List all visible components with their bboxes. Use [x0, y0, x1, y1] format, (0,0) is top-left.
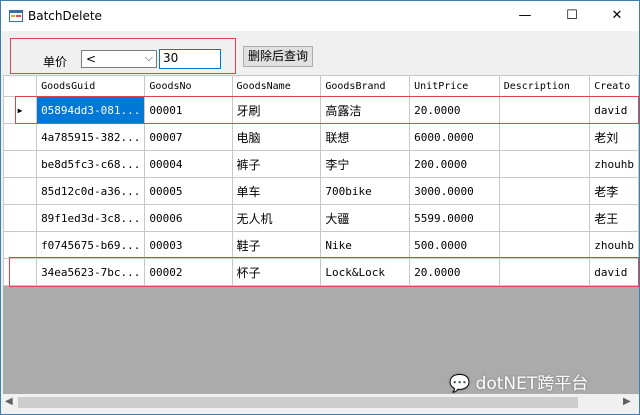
table-cell[interactable]: zhouhb	[589, 150, 639, 178]
table-cell[interactable]: 700bike	[320, 177, 411, 205]
table-cell[interactable]	[498, 204, 591, 232]
table-cell[interactable]: 00004	[144, 150, 233, 178]
row-highlight-box-bottom	[9, 257, 639, 287]
table-cell[interactable]: 4a785915-382...	[36, 123, 146, 151]
table-cell[interactable]: 无人机	[231, 204, 322, 232]
table-row[interactable]: be8d5fc3-c68... 00004 裤子 李宁 200.0000 zho…	[3, 150, 639, 178]
maximize-button[interactable]: ☐	[549, 1, 595, 31]
wechat-icon: 💬	[449, 374, 471, 394]
table-cell[interactable]: 500.0000	[409, 231, 500, 259]
close-button[interactable]: ✕	[594, 1, 639, 31]
row-header[interactable]	[3, 123, 38, 151]
scrollbar-thumb[interactable]	[18, 397, 578, 408]
column-header[interactable]: Creato	[589, 75, 639, 97]
row-header[interactable]	[3, 231, 38, 259]
column-header[interactable]: GoodsGuid	[36, 75, 146, 97]
table-cell[interactable]: zhouhb	[589, 231, 639, 259]
column-header[interactable]: GoodsBrand	[320, 75, 411, 97]
table-cell[interactable]: 89f1ed3d-3c8...	[36, 204, 146, 232]
row-header[interactable]	[3, 177, 38, 205]
batch-delete-window: BatchDelete — ☐ ✕ 单价 < ⌵ 30 删除后查询 GoodsG…	[0, 0, 640, 415]
table-cell[interactable]	[498, 150, 591, 178]
watermark: 💬 dotNET跨平台	[449, 369, 588, 394]
table-cell[interactable]: 200.0000	[409, 150, 500, 178]
table-cell[interactable]: 00005	[144, 177, 233, 205]
table-cell[interactable]	[498, 177, 591, 205]
table-cell[interactable]: 6000.0000	[409, 123, 500, 151]
table-cell[interactable]: 老王	[589, 204, 639, 232]
table-cell[interactable]: 5599.0000	[409, 204, 500, 232]
table-row[interactable]: 85d12c0d-a36... 00005 单车 700bike 3000.00…	[3, 177, 639, 205]
row-header[interactable]	[3, 150, 38, 178]
table-cell[interactable]: 电脑	[231, 123, 322, 151]
table-cell[interactable]: Nike	[320, 231, 411, 259]
watermark-text: dotNET跨平台	[475, 374, 589, 394]
table-cell[interactable]: 00006	[144, 204, 233, 232]
row-highlight-box-top	[15, 96, 639, 124]
table-cell[interactable]: 00003	[144, 231, 233, 259]
window-title: BatchDelete	[28, 9, 102, 23]
operator-combobox[interactable]: < ⌵	[81, 50, 157, 68]
operator-value: <	[86, 52, 97, 66]
column-header[interactable]: GoodsNo	[144, 75, 233, 97]
row-header-corner[interactable]	[3, 75, 38, 97]
delete-and-query-button[interactable]: 删除后查询	[243, 46, 313, 67]
scroll-left-icon[interactable]: ◀	[5, 396, 13, 407]
column-header[interactable]: UnitPrice	[409, 75, 500, 97]
table-cell[interactable]: 裤子	[231, 150, 322, 178]
column-header[interactable]: GoodsName	[231, 75, 322, 97]
table-cell[interactable]: 单车	[231, 177, 322, 205]
table-cell[interactable]: 老刘	[589, 123, 639, 151]
table-cell[interactable]: 00007	[144, 123, 233, 151]
table-cell[interactable]: be8d5fc3-c68...	[36, 150, 146, 178]
table-row[interactable]: 89f1ed3d-3c8... 00006 无人机 大疆 5599.0000 老…	[3, 204, 639, 232]
table-row[interactable]: f0745675-b69... 00003 鞋子 Nike 500.0000 z…	[3, 231, 639, 259]
header-row: GoodsGuid GoodsNo GoodsName GoodsBrand U…	[3, 75, 639, 97]
row-header[interactable]	[3, 204, 38, 232]
table-cell[interactable]: 3000.0000	[409, 177, 500, 205]
table-cell[interactable]: 李宁	[320, 150, 411, 178]
app-icon	[9, 10, 23, 22]
table-cell[interactable]: 老李	[589, 177, 639, 205]
column-header[interactable]: Description	[498, 75, 591, 97]
table-cell[interactable]: 大疆	[320, 204, 411, 232]
title-bar[interactable]: BatchDelete — ☐ ✕	[1, 1, 639, 31]
table-cell[interactable]	[498, 123, 591, 151]
table-cell[interactable]: 联想	[320, 123, 411, 151]
minimize-button[interactable]: —	[502, 1, 548, 31]
chevron-down-icon[interactable]: ⌵	[145, 51, 153, 65]
price-input[interactable]: 30	[159, 49, 221, 69]
table-cell[interactable]: 鞋子	[231, 231, 322, 259]
scroll-right-icon[interactable]: ▶	[623, 396, 631, 407]
horizontal-scrollbar[interactable]: ◀ ▶	[1, 394, 639, 411]
price-label: 单价	[43, 55, 68, 69]
table-cell[interactable]: 85d12c0d-a36...	[36, 177, 146, 205]
table-row[interactable]: 4a785915-382... 00007 电脑 联想 6000.0000 老刘	[3, 123, 639, 151]
table-cell[interactable]	[498, 231, 591, 259]
table-cell[interactable]: f0745675-b69...	[36, 231, 146, 259]
